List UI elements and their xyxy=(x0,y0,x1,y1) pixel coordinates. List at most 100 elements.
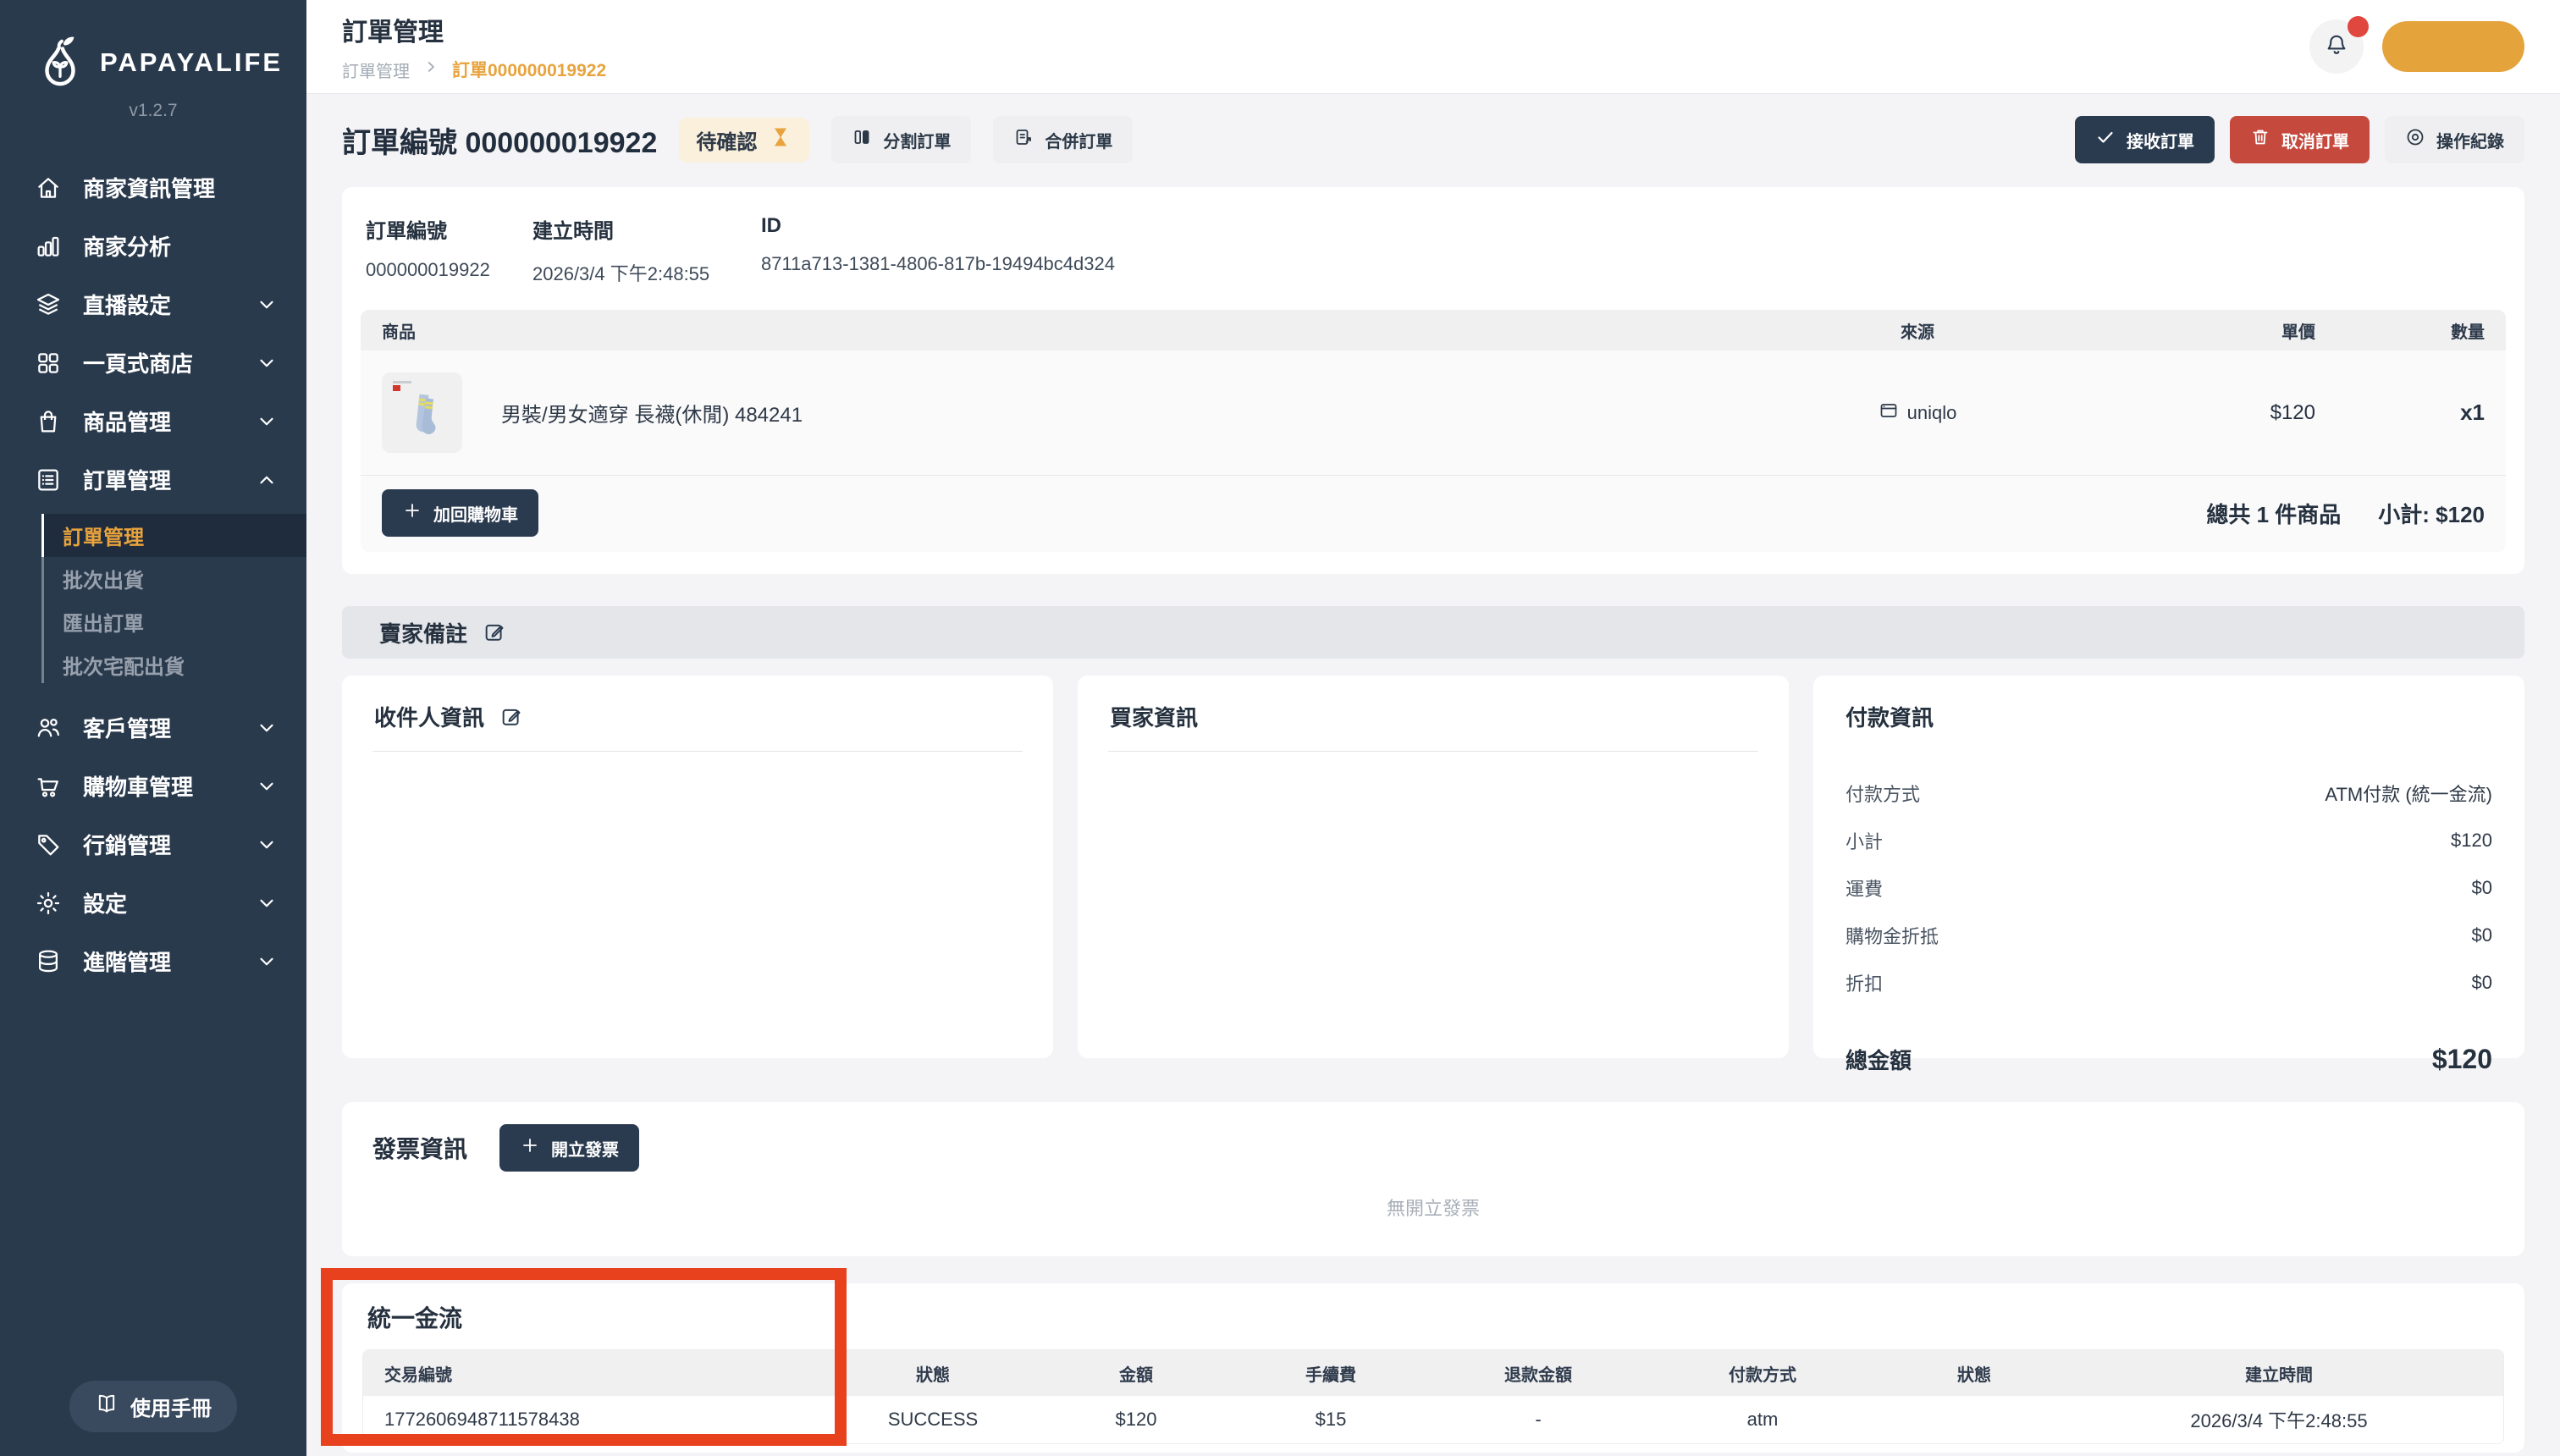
sidebar-item-cart-management[interactable]: 購物車管理 xyxy=(0,757,306,815)
buyer-info-card: 買家資訊 xyxy=(1078,676,1789,1058)
sidebar-item-customer-management[interactable]: 客戶管理 xyxy=(0,698,306,757)
invoice-empty-text: 無開立發票 xyxy=(342,1194,2524,1221)
split-order-button[interactable]: 分割訂單 xyxy=(831,116,971,163)
layers-icon xyxy=(34,290,63,319)
topbar-right xyxy=(2309,19,2524,74)
tag-icon xyxy=(34,830,63,859)
shopping-bag-icon xyxy=(34,407,63,436)
hourglass-icon xyxy=(769,125,792,155)
app-version: v1.2.7 xyxy=(0,101,306,121)
book-icon xyxy=(95,1392,119,1421)
order-totals: 總共 1 件商品 小計: $120 xyxy=(2206,498,2485,529)
payment-rows: 付款方式ATM付款 (統一金流) 小計$120 運費$0 購物金折抵$0 折扣$… xyxy=(1844,769,2494,1007)
buyer-info-title: 買家資訊 xyxy=(1110,701,1198,732)
main-area: 訂單管理 訂單管理 訂單000000019922 xyxy=(306,0,2560,1456)
total-count: 總共 1 件商品 xyxy=(2206,498,2341,529)
order-head-left: 訂單編號 000000019922 待確認 分割訂單 xyxy=(342,116,1133,163)
content: 訂單編號 000000019922 待確認 分割訂單 xyxy=(306,94,2560,1456)
cart-icon xyxy=(34,772,63,801)
sidebar-item-product-management[interactable]: 商品管理 xyxy=(0,392,306,450)
chevron-down-icon xyxy=(256,717,278,739)
payment-row: 付款方式ATM付款 (統一金流) xyxy=(1844,769,2494,817)
merge-icon xyxy=(1013,127,1034,152)
sidebar-item-merchant-info[interactable]: 商家資訊管理 xyxy=(0,158,306,217)
brand-name: PAPAYALIFE xyxy=(100,47,283,78)
invoice-card: 發票資訊 開立發票 無開立發票 xyxy=(342,1102,2524,1256)
payment-info-title: 付款資訊 xyxy=(1846,701,1934,732)
sidebar-item-merchant-analytics[interactable]: 商家分析 xyxy=(0,217,306,275)
sidebar-subitem-batch-home-delivery[interactable]: 批次宅配出貨 xyxy=(41,643,306,687)
sidebar-subitem-order-management[interactable]: 訂單管理 xyxy=(41,514,306,557)
eye-icon xyxy=(2405,127,2425,152)
sidebar-item-label: 客戶管理 xyxy=(83,712,171,743)
plus-icon xyxy=(520,1135,540,1161)
sidebar-item-one-page-store[interactable]: 一頁式商店 xyxy=(0,334,306,392)
order-no-value: 000000019922 xyxy=(366,259,532,281)
trash-icon xyxy=(2250,127,2270,152)
sidebar-item-marketing-management[interactable]: 行銷管理 xyxy=(0,815,306,874)
product-table-header: 商品 來源 單價 數量 xyxy=(361,310,2506,350)
sidebar-item-label: 進階管理 xyxy=(83,946,171,977)
sidebar-item-label: 商家資訊管理 xyxy=(83,172,215,203)
home-icon xyxy=(34,174,63,202)
notification-dot xyxy=(2348,16,2369,37)
order-info-row: 訂單編號 000000019922 建立時間 2026/3/4 下午2:48:5… xyxy=(361,207,2506,286)
transaction-id: 1772606948711578438 xyxy=(384,1409,831,1431)
order-head-actions: 接收訂單 取消訂單 操作紀錄 xyxy=(2075,116,2524,163)
manual-button[interactable]: 使用手冊 xyxy=(69,1381,237,1432)
gateway-table-header: 交易編號 狀態 金額 手續費 退款金額 付款方式 狀態 建立時間 xyxy=(363,1350,2503,1396)
chevron-down-icon xyxy=(256,411,278,433)
accept-order-button[interactable]: 接收訂單 xyxy=(2075,116,2215,163)
source-cell: uniqlo xyxy=(1807,400,2028,426)
sidebar-subitem-export-orders[interactable]: 匯出訂單 xyxy=(41,600,306,643)
cancel-order-button[interactable]: 取消訂單 xyxy=(2230,116,2370,163)
grid-icon xyxy=(34,349,63,378)
gateway-refund: - xyxy=(1424,1409,1652,1431)
divider xyxy=(372,751,1023,752)
add-back-to-cart-button[interactable]: 加回購物車 xyxy=(382,489,538,537)
storefront-window-icon xyxy=(1879,400,1899,426)
gateway-method: atm xyxy=(1652,1409,1873,1431)
page-title: 訂單管理 xyxy=(342,11,606,48)
gateway-table-row: 1772606948711578438 SUCCESS $120 $15 - a… xyxy=(363,1396,2503,1443)
info-cards-row: 收件人資訊 買家資訊 xyxy=(342,676,2524,1058)
sidebar-item-settings[interactable]: 設定 xyxy=(0,874,306,932)
divider xyxy=(1108,751,1758,752)
product-cell: 男裝/男女適穿 長襪(休閒) 484241 xyxy=(382,372,1807,453)
create-invoice-button[interactable]: 開立發票 xyxy=(499,1124,639,1172)
operation-log-button[interactable]: 操作紀錄 xyxy=(2385,116,2524,163)
subtotal: 小計: $120 xyxy=(2378,498,2485,529)
order-title: 訂單編號 000000019922 xyxy=(342,119,657,161)
order-submenu: 訂單管理 批次出貨 匯出訂單 批次宅配出貨 xyxy=(0,514,306,687)
order-detail-card: 訂單編號 000000019922 建立時間 2026/3/4 下午2:48:5… xyxy=(342,187,2524,574)
payment-gateway-card: 統一金流 交易編號 狀態 金額 手續費 退款金額 付款方式 狀態 建立時間 17… xyxy=(342,1283,2524,1453)
account-button[interactable] xyxy=(2382,21,2524,72)
breadcrumb-current: 訂單000000019922 xyxy=(452,57,606,82)
total-amount: $120 xyxy=(2432,1044,2492,1075)
notifications-button[interactable] xyxy=(2309,19,2364,74)
status-badge: 待確認 xyxy=(679,118,809,163)
payment-row: 折扣$0 xyxy=(1844,959,2494,1007)
database-icon xyxy=(34,947,63,976)
gear-icon xyxy=(34,889,63,918)
sidebar-item-order-management[interactable]: 訂單管理 xyxy=(0,450,306,509)
chevron-down-icon xyxy=(256,951,278,973)
payment-total-row: 總金額 $120 xyxy=(1844,1022,2494,1075)
sidebar-subitem-batch-shipping[interactable]: 批次出貨 xyxy=(41,557,306,600)
sidebar-item-advanced-management[interactable]: 進階管理 xyxy=(0,932,306,990)
sidebar-item-label: 直播設定 xyxy=(83,289,171,320)
sidebar-item-live-settings[interactable]: 直播設定 xyxy=(0,275,306,334)
breadcrumb-root[interactable]: 訂單管理 xyxy=(342,58,410,82)
brand-logo: PAPAYALIFE xyxy=(0,0,306,91)
invoice-title: 發票資訊 xyxy=(372,1131,467,1165)
edit-seller-note-icon[interactable] xyxy=(483,620,506,644)
bar-chart-icon xyxy=(34,232,63,261)
edit-recipient-icon[interactable] xyxy=(499,705,523,729)
unit-price-cell: $120 xyxy=(2028,401,2315,425)
chevron-down-icon xyxy=(256,352,278,374)
sidebar-nav: 商家資訊管理 商家分析 直播設定 一頁式商店 xyxy=(0,158,306,1456)
sidebar: PAPAYALIFE v1.2.7 商家資訊管理 商家分析 直播設定 xyxy=(0,0,306,1456)
breadcrumb: 訂單管理 訂單000000019922 xyxy=(342,57,606,82)
chevron-down-icon xyxy=(256,834,278,856)
merge-order-button[interactable]: 合併訂單 xyxy=(993,116,1133,163)
